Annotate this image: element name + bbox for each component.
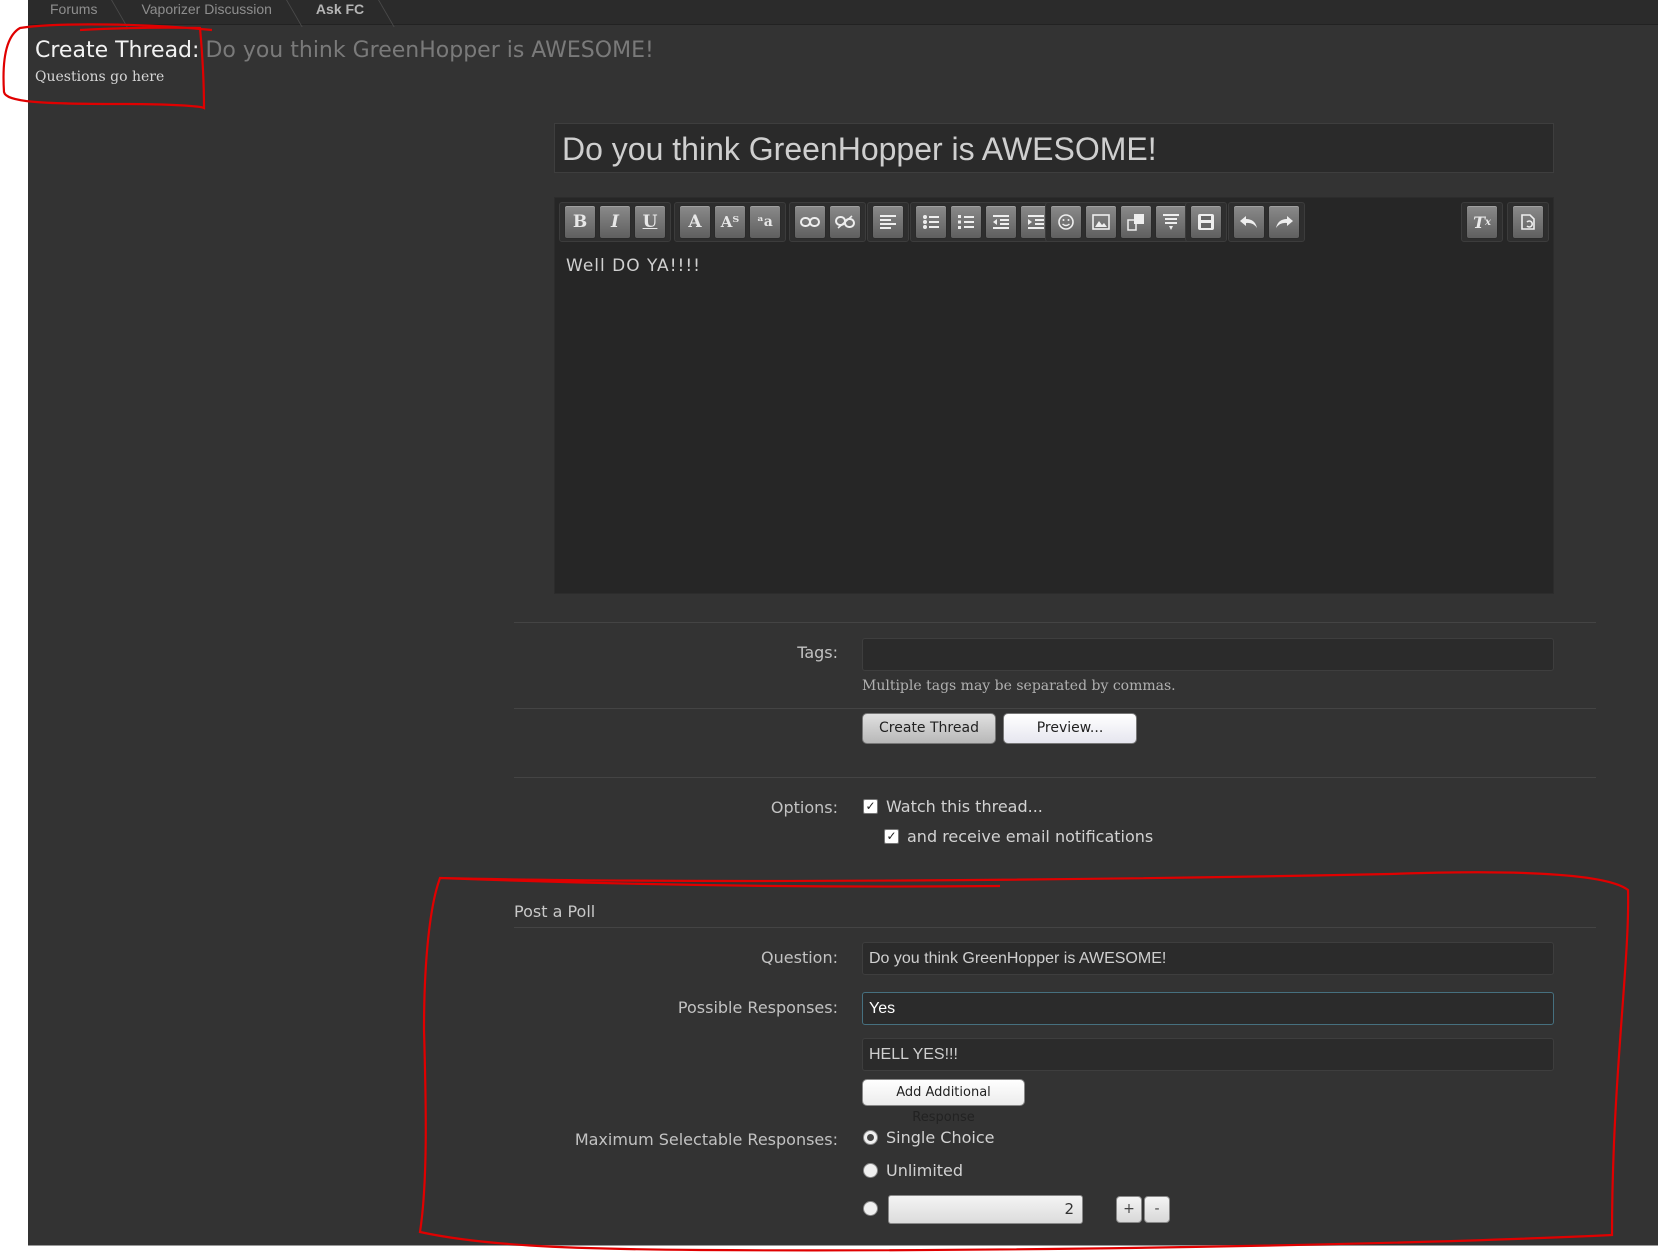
page-title-area: Create Thread: Do you think GreenHopper i… (35, 38, 654, 85)
single-choice-label: Single Choice (886, 1128, 995, 1147)
bullet-list-icon[interactable] (915, 205, 947, 239)
decrement-button[interactable]: - (1144, 1196, 1170, 1223)
single-choice-option[interactable]: Single Choice (863, 1128, 994, 1147)
email-notify-label: and receive email notifications (907, 827, 1154, 846)
tags-label: Tags: (797, 643, 838, 662)
add-response-button[interactable]: Add Additional Response (862, 1079, 1025, 1125)
link-icon[interactable] (794, 205, 826, 239)
unlimited-option[interactable]: Unlimited (863, 1161, 963, 1180)
page-title: Create Thread: Do you think GreenHopper i… (35, 38, 654, 63)
outdent-icon[interactable] (985, 205, 1017, 239)
image-icon[interactable] (1085, 205, 1117, 239)
smilie-icon[interactable] (1050, 205, 1082, 239)
max-responses-label: Maximum Selectable Responses: (574, 1130, 838, 1149)
max-responses-input[interactable]: 2 (888, 1195, 1083, 1224)
poll-responses-label: Possible Responses: (677, 998, 838, 1017)
unlink-icon[interactable] (829, 205, 861, 239)
quote-icon[interactable] (1155, 205, 1187, 239)
breadcrumb: Forums Vaporizer Discussion Ask FC (28, 0, 1658, 25)
increment-button[interactable]: + (1116, 1196, 1142, 1223)
editor-toolbar: B I U A Aᵀ ᵃa T x (555, 198, 1553, 244)
toolbar-group-links (789, 202, 866, 242)
font-family-icon[interactable]: ᵃa (749, 205, 781, 239)
toolbar-group-text-style: B I U (559, 202, 671, 242)
divider (514, 622, 1596, 623)
create-thread-button[interactable]: Create Thread (862, 713, 996, 744)
divider (514, 777, 1596, 778)
breadcrumb-item-forums[interactable]: Forums (28, 0, 119, 25)
unlimited-label: Unlimited (886, 1161, 964, 1180)
unlimited-radio[interactable] (863, 1163, 878, 1178)
page-title-subject: Do you think GreenHopper is AWESOME! (205, 38, 654, 63)
font-size-icon[interactable]: Aᵀ (714, 205, 746, 239)
toolbar-group-format: Tx (1461, 202, 1503, 242)
bbcode-icon[interactable] (1512, 205, 1544, 239)
tags-input[interactable] (862, 638, 1554, 671)
align-icon[interactable] (872, 205, 904, 239)
preview-button[interactable]: Preview... (1003, 713, 1137, 744)
thread-title-input[interactable]: Do you think GreenHopper is AWESOME! (554, 123, 1554, 173)
toolbar-group-font: A Aᵀ ᵃa (674, 202, 786, 242)
tags-hint: Multiple tags may be separated by commas… (862, 678, 1176, 694)
numbered-list-icon[interactable] (950, 205, 982, 239)
page: Forums Vaporizer Discussion Ask FC Creat… (28, 0, 1658, 1245)
custom-count-option[interactable] (863, 1201, 878, 1216)
redo-icon[interactable] (1268, 205, 1300, 239)
toolbar-group-align (867, 202, 909, 242)
watch-thread-label: Watch this thread... (886, 797, 1043, 816)
toolbar-group-lists (910, 202, 1057, 242)
poll-section-heading: Post a Poll (514, 902, 596, 921)
undo-icon[interactable] (1233, 205, 1265, 239)
poll-question-label: Question: (761, 948, 838, 967)
forum-description: Questions go here (35, 69, 165, 85)
message-editor[interactable]: B I U A Aᵀ ᵃa T x Well DO YA!!!! (554, 197, 1554, 594)
poll-response-input-1[interactable]: Yes (862, 992, 1554, 1025)
font-color-icon[interactable]: A (679, 205, 711, 239)
watch-thread-option[interactable]: ✓ Watch this thread... (863, 797, 1043, 816)
options-label: Options: (770, 798, 838, 817)
page-bottom-edge (28, 1245, 1658, 1252)
divider (514, 927, 1596, 928)
watch-thread-checkbox[interactable]: ✓ (863, 799, 878, 814)
poll-response-input-2[interactable]: HELL YES!!! (862, 1038, 1554, 1071)
email-notify-option[interactable]: ✓ and receive email notifications (884, 827, 1153, 846)
toolbar-group-insert (1045, 202, 1192, 242)
custom-count-radio[interactable] (863, 1201, 878, 1216)
email-notify-checkbox[interactable]: ✓ (884, 829, 899, 844)
page-title-prefix: Create Thread: (35, 38, 200, 63)
breadcrumb-item-vaporizer-discussion[interactable]: Vaporizer Discussion (119, 0, 293, 25)
single-choice-radio[interactable] (863, 1130, 878, 1145)
remove-format-icon[interactable]: Tx (1466, 205, 1498, 239)
save-icon[interactable] (1190, 205, 1222, 239)
divider (514, 708, 1596, 709)
bold-icon[interactable]: B (564, 205, 596, 239)
media-icon[interactable] (1120, 205, 1152, 239)
toolbar-group-mode (1507, 202, 1549, 242)
poll-question-input[interactable]: Do you think GreenHopper is AWESOME! (862, 942, 1554, 975)
toolbar-group-draft (1185, 202, 1227, 242)
editor-body-text: Well DO YA!!!! (566, 256, 701, 276)
underline-icon[interactable]: U (634, 205, 666, 239)
breadcrumb-item-ask-fc[interactable]: Ask FC (294, 0, 386, 25)
italic-icon[interactable]: I (599, 205, 631, 239)
toolbar-group-history (1228, 202, 1305, 242)
